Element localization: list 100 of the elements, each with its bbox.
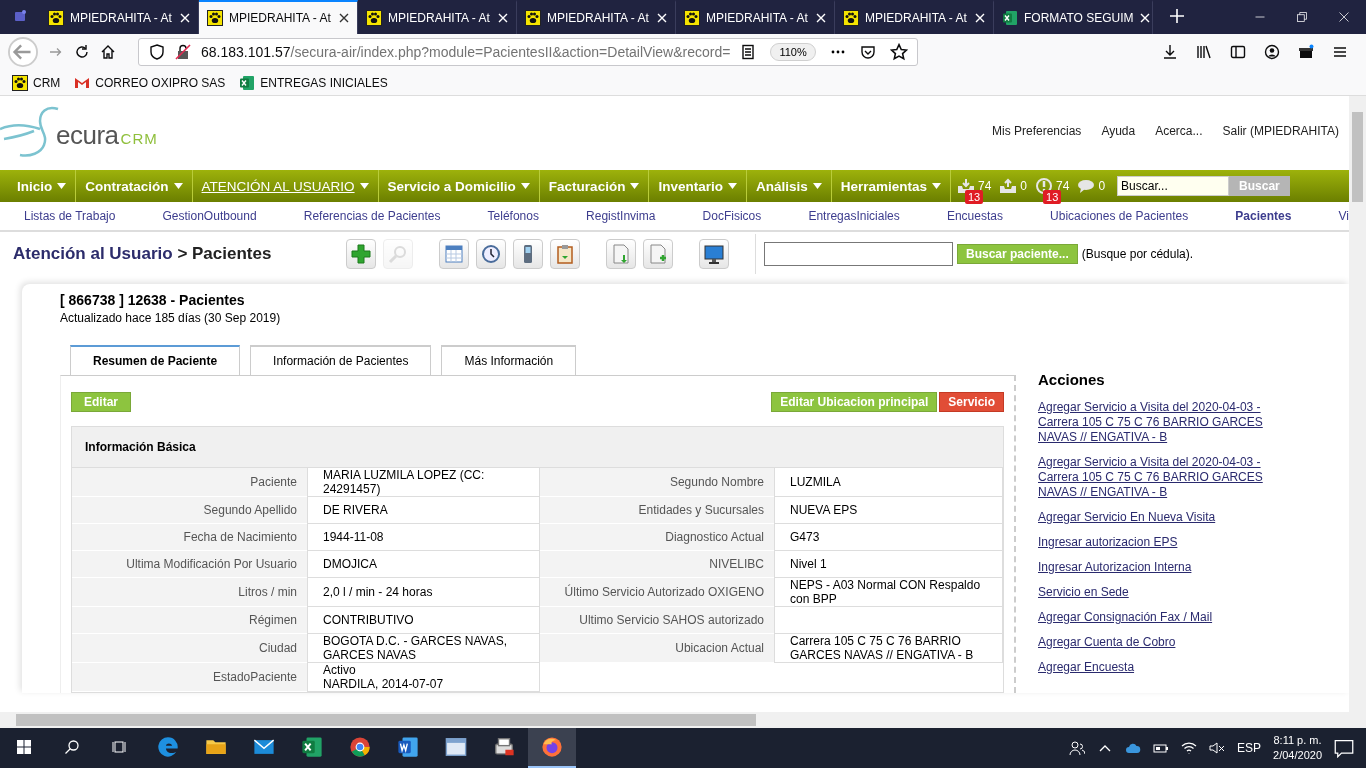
caret-icon	[630, 183, 640, 189]
field-value: Nivel 1	[774, 551, 1003, 578]
scrollbar-thumb[interactable]	[16, 714, 756, 726]
zoom-level[interactable]: 110%	[770, 43, 816, 61]
scrollbar-thumb[interactable]	[1352, 112, 1363, 202]
caret-icon	[359, 183, 369, 189]
star-icon[interactable]	[889, 43, 908, 61]
toolbar-button[interactable]	[699, 239, 729, 269]
insecure-lock-icon[interactable]	[175, 44, 191, 60]
paw-icon	[48, 10, 64, 26]
spreadsheet-icon	[239, 74, 256, 91]
header-link[interactable]: Acerca...	[1155, 123, 1203, 138]
service-button[interactable]: Servicio	[939, 392, 1004, 412]
field-value: DMOJICA	[307, 551, 540, 578]
caret-icon	[57, 183, 67, 189]
field-value: Carrera 105 C 75 C 76 BARRIO GARCES NAVAS // ENGATIVA - B	[774, 634, 1003, 663]
firefox-icon	[541, 736, 563, 758]
volume-muted-icon[interactable]	[1209, 740, 1226, 756]
breadcrumb: Atención al Usuario > Pacientes	[13, 244, 273, 264]
action-link[interactable]: Agregar Servicio a Visita del 2020-04-03 - Carrera 105 C 75 C 76 BARRIO GARCES NAVAS // ENGATIVA - B	[1038, 455, 1278, 500]
reader-view-icon[interactable]	[740, 44, 757, 60]
sidebar-icon[interactable]	[1230, 44, 1246, 60]
caret-icon	[173, 183, 183, 189]
submenu-link[interactable]: DocFisicos	[702, 209, 762, 223]
field-note: NARDILA, 2014-07-07	[323, 677, 445, 691]
paw-icon	[366, 10, 382, 26]
shield-icon[interactable]	[149, 44, 165, 60]
toolbar-button[interactable]	[476, 239, 506, 269]
language-indicator[interactable]: ESP	[1237, 741, 1262, 755]
search-field[interactable]: Buscar...	[1117, 176, 1230, 196]
submenu-link[interactable]: Ubicaciones de Pacientes	[1050, 209, 1189, 223]
window-icon	[445, 736, 467, 758]
field-label: Ultima Modificación Por Usuario	[72, 551, 307, 578]
submenu-link[interactable]: RegistInvima	[586, 209, 656, 223]
submenu-link[interactable]: GestionOutbound	[162, 209, 257, 223]
action-link[interactable]: Ingresar Autorizacion Interna	[1038, 560, 1278, 575]
plus-icon[interactable]	[1169, 8, 1185, 24]
submenu-link[interactable]: Vi	[1338, 209, 1349, 223]
outbox-icon[interactable]	[999, 178, 1018, 194]
field-value: CONTRIBUTIVO	[307, 607, 540, 634]
logo-text[interactable]: ecuraCRM	[56, 120, 158, 151]
address-bar[interactable]: 68.183.101.57/secura-air/index.php?module=PacientesII&action=DetailView&record= 110%	[138, 38, 918, 66]
action-link[interactable]: Servicio en Sede	[1038, 585, 1278, 600]
download-icon[interactable]	[1162, 44, 1178, 60]
action-link[interactable]: Agregar Servicio En Nueva Visita	[1038, 510, 1278, 525]
field-label: Entidades y Sucursales	[540, 497, 774, 524]
search-icon[interactable]	[64, 739, 80, 755]
action-link[interactable]: Ingresar autorizacion EPS	[1038, 535, 1278, 550]
spreadsheet-icon	[1002, 10, 1018, 26]
menu-icon[interactable]	[1332, 44, 1348, 60]
browser-tab[interactable]: MPIEDRAHITA - At	[199, 0, 358, 34]
submenu-link[interactable]: Listas de Trabajo	[24, 209, 116, 223]
field-label: Ubicacion Actual	[540, 634, 774, 663]
detail-tab[interactable]: Más Información	[441, 345, 577, 375]
section-header: Información Básica	[72, 427, 1003, 468]
chat-icon[interactable]	[1077, 178, 1096, 194]
back-icon[interactable]	[8, 37, 38, 67]
account-icon[interactable]	[1264, 44, 1280, 60]
field-value: BOGOTA D.C. - GARCES NAVAS, GARCES NAVAS	[307, 634, 540, 663]
action-link[interactable]: Agregar Encuesta	[1038, 660, 1278, 675]
notification-icon[interactable]	[1334, 738, 1354, 758]
submenu-link[interactable]: EntregasIniciales	[808, 209, 900, 223]
patient-search-field[interactable]	[764, 242, 953, 266]
clock[interactable]: 8:11 p. m. 2/04/2020	[1273, 733, 1322, 763]
pocket-icon[interactable]	[859, 44, 876, 60]
bookmark[interactable]: CRM	[12, 74, 61, 91]
header-link[interactable]: Ayuda	[1101, 123, 1136, 138]
counter-value: 0	[1098, 179, 1106, 193]
submenu-link[interactable]: Referencias de Pacientes	[303, 209, 441, 223]
field-label: EstadoPaciente	[72, 663, 307, 692]
field-label: Fecha de Nacimiento	[72, 524, 307, 551]
submenu-link[interactable]: Pacientes	[1235, 209, 1292, 223]
search-icon	[387, 243, 409, 265]
detail-tab[interactable]: Resumen de Paciente	[70, 345, 241, 375]
action-link[interactable]: Agregar Cuenta de Cobro	[1038, 635, 1278, 650]
bookmark[interactable]: CORREO OXIPRO SAS	[74, 74, 226, 91]
field-label: Segundo Nombre	[540, 468, 774, 497]
counter-value: 0	[1020, 179, 1028, 193]
field-value: 1944-11-08	[307, 524, 540, 551]
detail-tab[interactable]: Información de Pacientes	[250, 345, 432, 375]
restore-icon[interactable]	[1296, 11, 1308, 23]
people-icon[interactable]	[1069, 740, 1086, 756]
caret-icon	[812, 183, 822, 189]
bookmark[interactable]: ENTREGAS INICIALES	[239, 74, 388, 91]
teams-icon[interactable]	[12, 8, 28, 24]
task-view-icon[interactable]	[112, 739, 128, 755]
reload-icon[interactable]	[74, 44, 90, 60]
alert-icon[interactable]	[1035, 178, 1054, 194]
field-value: G473	[774, 524, 1003, 551]
header-link[interactable]: Mis Preferencias	[992, 123, 1082, 138]
submenu-link[interactable]: Encuestas	[946, 209, 1003, 223]
windows-icon[interactable]	[16, 739, 32, 755]
close-icon[interactable]	[339, 13, 349, 23]
gift-icon[interactable]	[1298, 44, 1314, 60]
action-link[interactable]: Agregar Consignación Fax / Mail	[1038, 610, 1278, 625]
home-icon[interactable]	[100, 44, 116, 60]
header-link[interactable]: Salir (MPIEDRAHITA)	[1222, 123, 1339, 138]
submenu-link[interactable]: Teléfonos	[487, 209, 539, 223]
library-icon[interactable]	[1196, 44, 1212, 60]
action-link[interactable]: Agregar Servicio a Visita del 2020-04-03 - Carrera 105 C 75 C 76 BARRIO GARCES NAVAS // ENGATIVA - B	[1038, 400, 1278, 445]
